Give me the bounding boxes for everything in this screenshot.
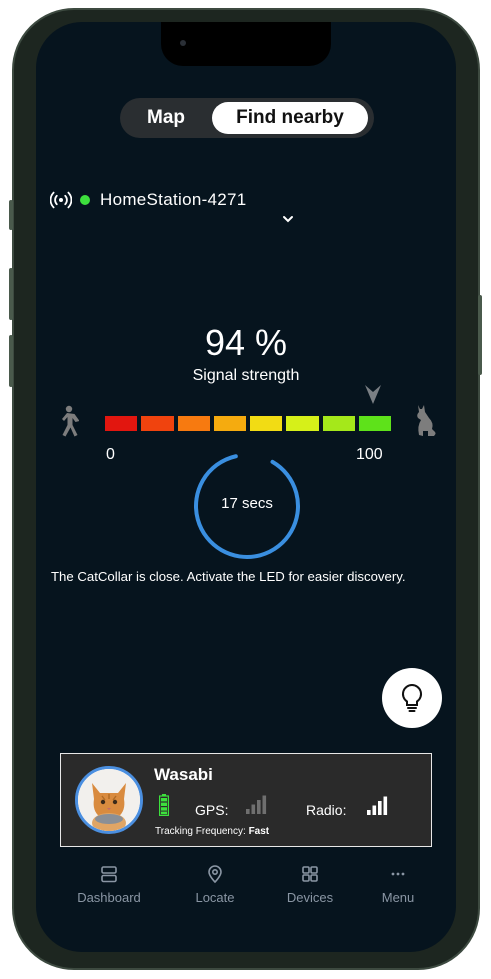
signal-segment-7 bbox=[322, 416, 355, 431]
proximity-message: The CatCollar is close. Activate the LED… bbox=[51, 569, 406, 584]
devices-grid-icon bbox=[302, 866, 318, 882]
dashboard-icon bbox=[101, 866, 117, 883]
signal-segment-8 bbox=[358, 416, 391, 431]
nav-locate[interactable]: Locate bbox=[170, 864, 260, 905]
signal-label: Signal strength bbox=[192, 367, 300, 384]
signal-bar-2 bbox=[251, 804, 256, 814]
camera-icon bbox=[180, 40, 186, 46]
frequency-label: Tracking Frequency: bbox=[155, 826, 246, 837]
bottom-nav: Dashboard Locate Devices Menu bbox=[36, 864, 456, 914]
radio-label: Radio: bbox=[306, 802, 347, 818]
tracking-frequency: Tracking Frequency: Fast bbox=[155, 826, 269, 837]
walking-person-icon bbox=[62, 405, 79, 437]
gps-label: GPS: bbox=[195, 802, 229, 818]
more-dots-icon bbox=[391, 872, 405, 876]
scale-max-label: 100 bbox=[356, 446, 383, 463]
broadcast-icon bbox=[50, 191, 72, 209]
signal-segment-2 bbox=[141, 416, 174, 431]
nav-label-devices: Devices bbox=[286, 890, 334, 905]
nav-label-menu: Menu bbox=[381, 890, 415, 905]
signal-bar-1 bbox=[246, 809, 250, 814]
pet-avatar bbox=[75, 766, 143, 834]
station-name: HomeStation-4271 bbox=[100, 190, 247, 209]
view-toggle: Map Find nearby bbox=[120, 98, 374, 138]
signal-segment-3 bbox=[177, 416, 210, 431]
frequency-value: Fast bbox=[248, 826, 270, 837]
signal-bar-3 bbox=[378, 801, 382, 815]
app-screen: Map Find nearby HomeStation-4271 94 % Si… bbox=[36, 22, 456, 952]
side-button bbox=[9, 200, 13, 230]
station-selector[interactable]: HomeStation-4271 bbox=[50, 188, 247, 212]
chevron-down-icon[interactable] bbox=[281, 214, 295, 224]
signal-segment-5 bbox=[250, 416, 283, 431]
tab-map[interactable]: Map bbox=[126, 102, 206, 134]
signal-segment-4 bbox=[213, 416, 246, 431]
nav-label-dashboard: Dashboard bbox=[77, 890, 141, 905]
led-button[interactable] bbox=[382, 668, 442, 728]
lightbulb-icon bbox=[401, 683, 423, 712]
gps-signal-icon bbox=[246, 795, 267, 814]
notch bbox=[161, 22, 331, 66]
signal-percent: 94 % bbox=[204, 322, 288, 363]
signal-segment-6 bbox=[286, 416, 319, 431]
pet-name: Wasabi bbox=[154, 765, 213, 784]
scale-min-label: 0 bbox=[106, 446, 115, 463]
signal-segment-1 bbox=[105, 416, 138, 431]
radio-signal-icon bbox=[367, 796, 388, 815]
signal-strength-bar bbox=[105, 416, 391, 431]
cat-icon bbox=[417, 405, 436, 436]
nav-label-locate: Locate bbox=[195, 890, 235, 905]
nav-dashboard[interactable]: Dashboard bbox=[64, 864, 154, 905]
location-pin-icon bbox=[208, 865, 222, 884]
volume-down-button bbox=[9, 335, 13, 387]
signal-bar-4 bbox=[383, 796, 388, 815]
countdown-text: 17 secs bbox=[221, 495, 273, 512]
signal-marker-icon bbox=[365, 385, 381, 404]
battery-icon bbox=[159, 794, 169, 816]
pet-card[interactable]: Wasabi GPS: Radio: Tracking Frequency: F… bbox=[60, 753, 432, 847]
nav-menu[interactable]: Menu bbox=[353, 864, 443, 905]
power-button bbox=[478, 295, 482, 375]
tab-find-nearby[interactable]: Find nearby bbox=[212, 102, 368, 134]
signal-bar-1 bbox=[367, 810, 371, 815]
signal-bar-4 bbox=[262, 795, 267, 814]
cat-photo bbox=[78, 769, 140, 831]
nav-devices[interactable]: Devices bbox=[265, 864, 355, 905]
volume-up-button bbox=[9, 268, 13, 320]
status-dot bbox=[80, 195, 90, 205]
signal-bar-2 bbox=[372, 805, 377, 815]
signal-bar-3 bbox=[257, 800, 261, 814]
